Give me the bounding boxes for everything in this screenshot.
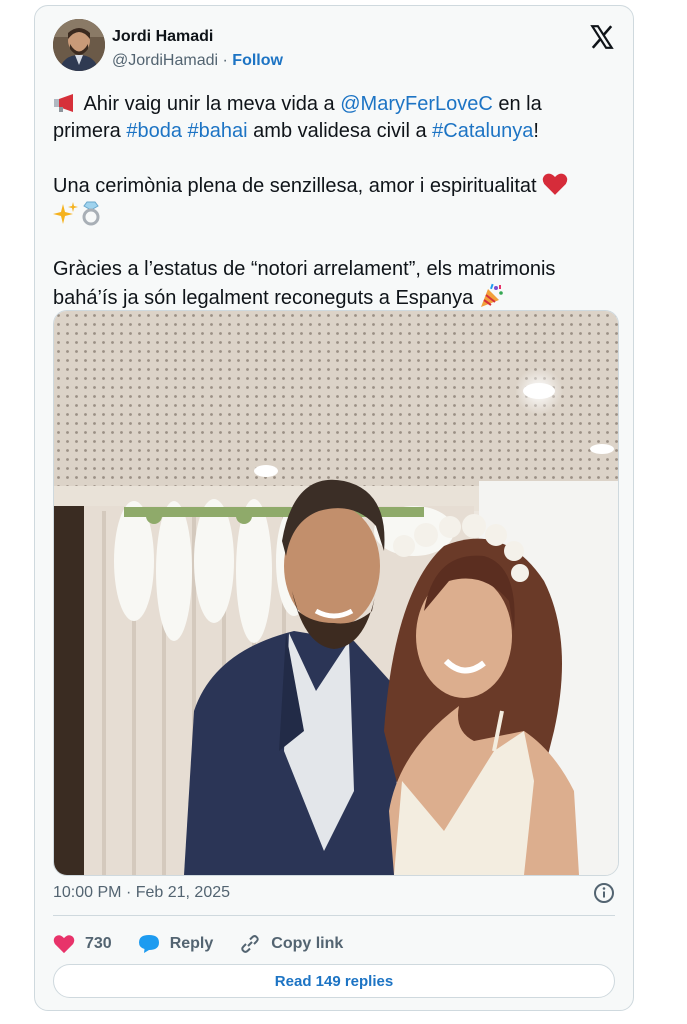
tweet-line-5: Gràcies a l’estatus de “notori arrelamen…	[53, 258, 556, 280]
tweet-text-segment: Una cerimònia plena de senzillesa, amor …	[53, 175, 543, 197]
tweet-text-segment: primera	[53, 120, 127, 142]
handle-separator: ·	[222, 52, 228, 69]
copy-link-label: Copy link	[271, 935, 344, 952]
heart-icon	[53, 935, 75, 954]
hashtag-catalunya-link[interactable]: #Catalunya	[432, 120, 533, 142]
party-popper-icon	[480, 283, 503, 307]
hashtag-boda-link[interactable]: #boda	[126, 120, 182, 142]
tweet-text-segment: Ahir vaig unir la meva vida a	[79, 93, 341, 115]
info-icon[interactable]	[593, 882, 615, 904]
hashtag-bahai-link[interactable]: #bahai	[188, 120, 248, 142]
tweet-text: Ahir vaig unir la meva vida a @MaryFerLo…	[53, 91, 613, 312]
sparkles-icon	[53, 202, 78, 224]
tweet-line-2: primera #boda #bahai amb validesa civil …	[53, 118, 613, 145]
tweet-card: Jordi Hamadi @JordiHamadi · Follow Ahir …	[34, 5, 634, 1011]
timestamp-separator: ·	[125, 884, 132, 901]
link-icon	[241, 935, 260, 953]
speech-bubble-icon	[138, 935, 159, 953]
divider	[53, 915, 615, 916]
copy-link-button[interactable]: Copy link	[239, 933, 343, 955]
reply-button[interactable]: Reply	[138, 934, 214, 954]
tweet-text-segment: !	[533, 120, 539, 142]
heart-icon	[542, 173, 568, 195]
author-avatar[interactable]	[53, 19, 105, 71]
author-handle-row: @JordiHamadi · Follow	[112, 52, 283, 70]
tweet-date: Feb 21, 2025	[135, 884, 231, 901]
x-logo-icon[interactable]	[589, 24, 615, 50]
like-count: 730	[85, 935, 112, 952]
tweet-line-4	[53, 200, 613, 229]
author-name[interactable]: Jordi Hamadi	[112, 28, 213, 46]
megaphone-icon	[54, 94, 73, 112]
reply-label: Reply	[169, 935, 214, 952]
tweet-text-segment: en la	[492, 93, 542, 115]
tweet-time: 10:00 PM	[53, 884, 122, 901]
tweet-line-1: Ahir vaig unir la meva vida a @MaryFerLo…	[53, 91, 613, 118]
wedding-photo-image	[54, 311, 618, 875]
action-bar: 730 Reply Copy link	[53, 928, 369, 960]
tweet-line-3: Una cerimònia plena de senzillesa, amor …	[53, 172, 613, 200]
tweet-photo[interactable]	[53, 310, 619, 876]
author-handle[interactable]: @JordiHamadi	[112, 52, 218, 69]
read-replies-button[interactable]: Read 149 replies	[53, 964, 615, 998]
mention-link[interactable]: @MaryFerLoveC	[340, 93, 493, 115]
tweet-text-segment: amb validesa civil a	[247, 120, 433, 142]
tweet-timestamp[interactable]: 10:00 PM · Feb 21, 2025	[53, 884, 230, 902]
ring-icon	[82, 201, 100, 226]
like-button[interactable]: 730	[53, 934, 112, 954]
tweet-text-segment: bahá’ís ja són legalment reconeguts a Es…	[53, 287, 479, 309]
follow-button[interactable]: Follow	[232, 52, 283, 69]
tweet-line-6: bahá’ís ja són legalment reconeguts a Es…	[53, 283, 613, 312]
